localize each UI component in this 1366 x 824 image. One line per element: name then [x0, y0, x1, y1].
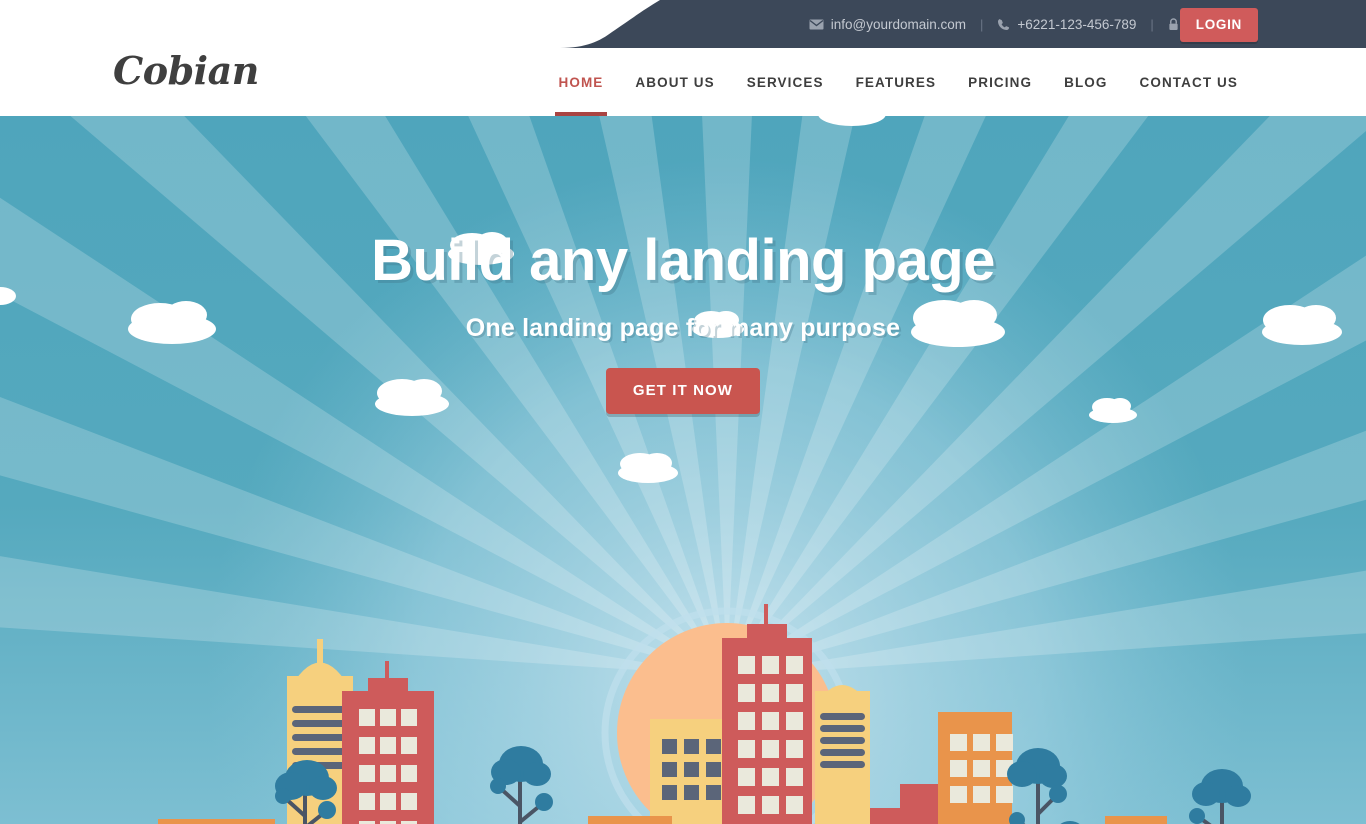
nav-item-features[interactable]: FEATURES: [840, 48, 953, 116]
nav-item-contact-us[interactable]: CONTACT US: [1124, 48, 1255, 116]
hero-section: Build any landing page One landing page …: [0, 116, 1366, 824]
topbar: info@yourdomain.com | +6221-123-456-789 …: [0, 0, 1366, 48]
envelope-icon: [809, 19, 824, 30]
topbar-email-text: info@yourdomain.com: [830, 16, 967, 32]
lock-icon: [1168, 17, 1179, 31]
building-yellow-grid: [650, 719, 726, 824]
nav-item-pricing[interactable]: PRICING: [952, 48, 1048, 116]
topbar-email[interactable]: info@yourdomain.com: [809, 17, 966, 32]
site-logo[interactable]: Cobian: [113, 48, 259, 93]
main-navigation: HOME ABOUT US SERVICES FEATURES PRICING …: [543, 48, 1254, 116]
topbar-separator-1: |: [980, 16, 984, 32]
topbar-phone-text: +6221-123-456-789: [1017, 16, 1137, 32]
hero-copy: Build any landing page One landing page …: [0, 116, 1366, 414]
topbar-separator-2: |: [1150, 16, 1154, 32]
hero-subtitle: One landing page for many purpose: [465, 314, 901, 342]
nav-item-services[interactable]: SERVICES: [731, 48, 840, 116]
topbar-phone[interactable]: +6221-123-456-789: [997, 17, 1136, 32]
get-it-now-button[interactable]: GET IT NOW: [605, 368, 761, 414]
hero-title: Build any landing page: [371, 228, 995, 293]
cloud-icon: [618, 453, 678, 483]
building-orange-right: [938, 712, 1013, 824]
building-yellow-rounded: [815, 685, 870, 824]
login-button[interactable]: LOGIN: [1179, 8, 1258, 42]
nav-item-home[interactable]: HOME: [543, 48, 620, 116]
nav-item-blog[interactable]: BLOG: [1048, 48, 1123, 116]
phone-icon: [997, 18, 1010, 31]
nav-item-about-us[interactable]: ABOUT US: [619, 48, 730, 116]
